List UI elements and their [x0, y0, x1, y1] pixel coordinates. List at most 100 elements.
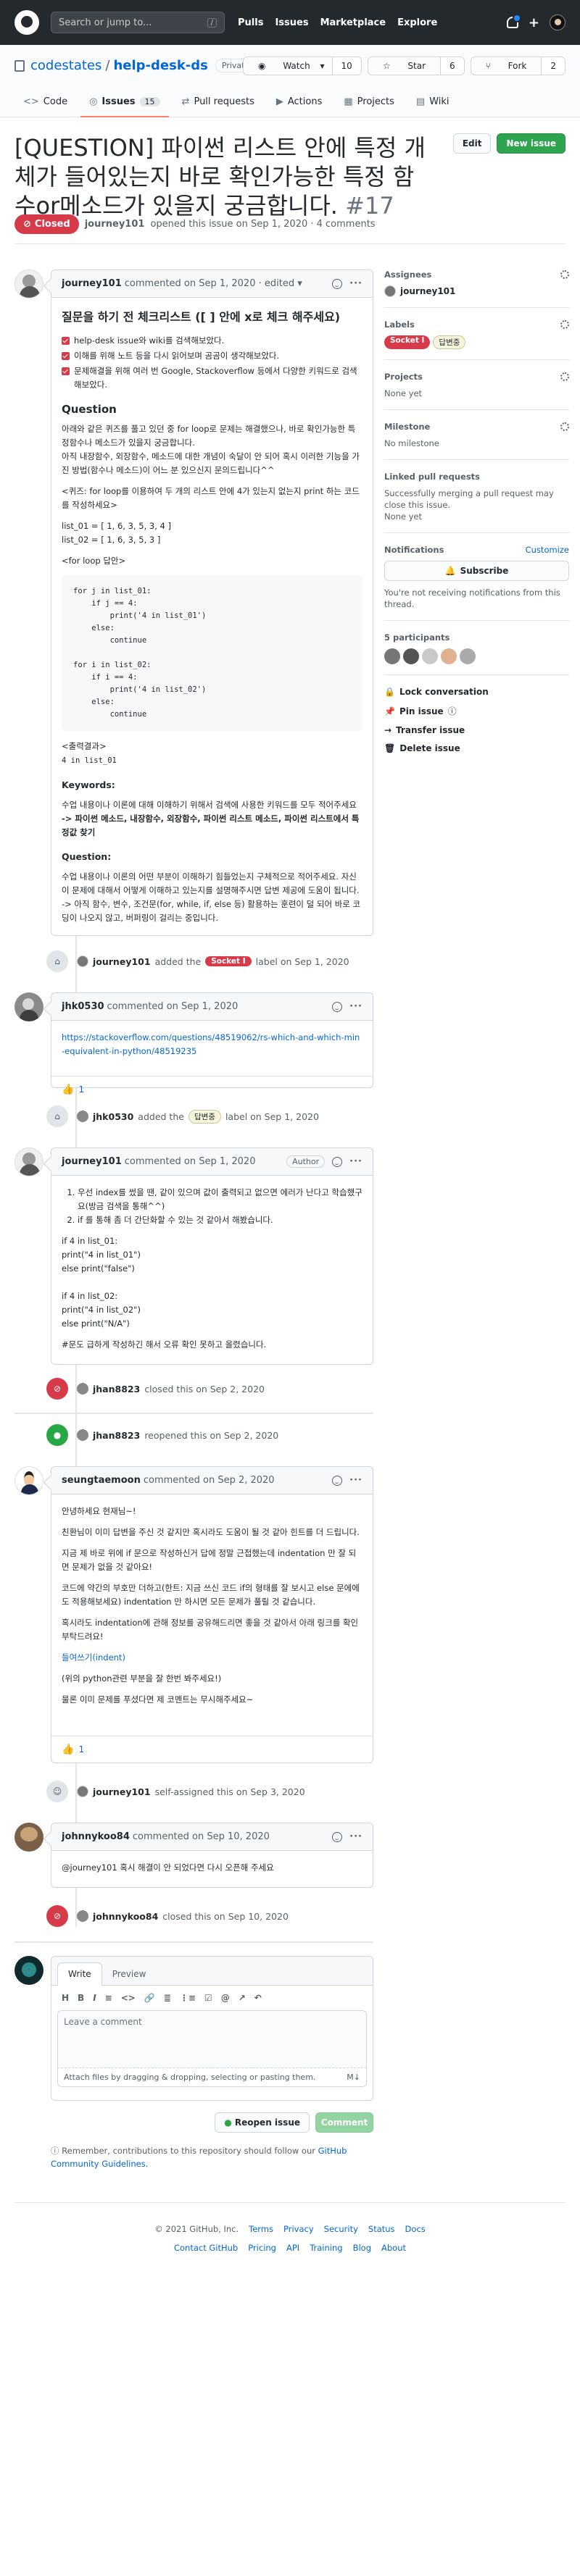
footer-link-api[interactable]: API — [286, 2243, 299, 2253]
cross-reference-icon[interactable]: ↗ — [239, 1993, 246, 2003]
comment-author[interactable]: journey101 — [62, 1156, 122, 1167]
footer-link-training[interactable]: Training — [310, 2243, 342, 2253]
more-options-icon[interactable]: ··· — [349, 1831, 362, 1842]
gear-icon[interactable] — [560, 422, 569, 431]
fork-button[interactable]: ⑂ Fork 2 — [470, 57, 566, 75]
avatar[interactable] — [422, 648, 438, 664]
footer-link-pricing[interactable]: Pricing — [248, 2243, 276, 2253]
create-new-plus-icon[interactable]: + — [529, 15, 539, 30]
footer-link-about[interactable]: About — [381, 2243, 406, 2253]
notifications-bell-icon[interactable] — [506, 14, 521, 28]
nav-pulls[interactable]: Pulls — [238, 17, 263, 28]
ordered-list-icon[interactable]: ⋮≡ — [180, 1993, 196, 2003]
gear-icon[interactable] — [560, 320, 569, 329]
bold-icon[interactable]: B — [78, 1993, 84, 2003]
repo-owner-link[interactable]: codestates — [30, 58, 102, 73]
comment-textarea[interactable]: Leave a comment — [57, 2010, 367, 2068]
watch-button[interactable]: ◉ Watch ▾ 10 — [243, 57, 362, 75]
avatar[interactable] — [441, 648, 457, 664]
tab-projects[interactable]: ▦ Projects — [335, 87, 403, 117]
comment-author[interactable]: jhk0530 — [62, 1001, 104, 1012]
label-badge[interactable]: 답변중 — [188, 1109, 221, 1124]
add-reaction-icon[interactable] — [332, 278, 343, 289]
attach-files-bar[interactable]: Attach files by dragging & dropping, sel… — [57, 2068, 367, 2087]
label-badge[interactable]: 답변중 — [433, 335, 466, 349]
nav-marketplace[interactable]: Marketplace — [320, 17, 386, 28]
reopen-issue-button[interactable]: ● Reopen issue — [215, 2112, 310, 2133]
lock-conversation-button[interactable]: 🔒 Lock conversation — [384, 687, 569, 697]
comment-meta[interactable]: commented on Sep 10, 2020 — [133, 1831, 270, 1842]
more-options-icon[interactable]: ··· — [349, 1156, 362, 1167]
mention-icon[interactable]: @ — [221, 1993, 230, 2003]
star-count[interactable]: 6 — [440, 57, 464, 75]
avatar[interactable] — [14, 1147, 44, 1176]
avatar[interactable] — [384, 648, 400, 664]
avatar[interactable] — [14, 1466, 44, 1495]
stackoverflow-link[interactable]: https://stackoverflow.com/questions/4851… — [62, 1032, 360, 1056]
event-actor[interactable]: journey101 — [93, 956, 151, 967]
preview-tab[interactable]: Preview — [102, 1963, 157, 1985]
assignee-item[interactable]: journey101 — [384, 285, 569, 297]
task-list-icon[interactable]: ☑ — [204, 1993, 212, 2003]
label-badge[interactable]: Socket I — [205, 956, 252, 966]
add-reaction-icon[interactable] — [332, 1001, 343, 1012]
avatar[interactable] — [14, 992, 44, 1021]
italic-icon[interactable]: I — [93, 1993, 96, 2003]
comment-meta[interactable]: commented on Sep 1, 2020 — [125, 1156, 256, 1167]
footer-link-privacy[interactable]: Privacy — [283, 2224, 314, 2234]
more-options-icon[interactable]: ··· — [349, 1475, 362, 1486]
reaction-bar[interactable]: 👍 1 — [51, 1076, 373, 1103]
avatar[interactable] — [403, 648, 419, 664]
avatar[interactable] — [14, 1823, 44, 1852]
customize-link[interactable]: Customize — [526, 545, 569, 555]
search-input[interactable]: Search or jump to... / — [51, 12, 225, 33]
gear-icon[interactable] — [560, 372, 569, 381]
footer-link-docs[interactable]: Docs — [405, 2224, 426, 2234]
footer-link-status[interactable]: Status — [368, 2224, 395, 2234]
heading-icon[interactable]: H — [62, 1993, 69, 2003]
tab-code[interactable]: <> Code — [14, 87, 76, 117]
footer-link-contact[interactable]: Contact GitHub — [174, 2243, 238, 2253]
comment-author[interactable]: seungtaemoon — [62, 1475, 141, 1486]
new-issue-button[interactable]: New issue — [497, 133, 566, 154]
link-icon[interactable]: 🔗 — [144, 1993, 155, 2003]
github-logo-icon[interactable] — [14, 10, 39, 35]
comment-author[interactable]: johnnykoo84 — [62, 1831, 130, 1842]
avatar[interactable] — [77, 1429, 88, 1441]
nav-explore[interactable]: Explore — [397, 17, 437, 28]
add-reaction-icon[interactable] — [332, 1831, 343, 1842]
add-reaction-icon[interactable] — [332, 1475, 343, 1486]
avatar[interactable] — [77, 955, 88, 967]
indent-doc-link[interactable]: 들여쓰기(indent) — [62, 1652, 125, 1663]
saved-replies-icon[interactable]: ↶ — [254, 1993, 262, 2003]
delete-issue-button[interactable]: 🗑 Delete issue — [384, 743, 569, 753]
event-actor[interactable]: johnnykoo84 — [93, 1911, 158, 1922]
subscribe-button[interactable]: 🔔 Subscribe — [384, 561, 569, 581]
event-actor[interactable]: journey101 — [93, 1786, 151, 1797]
issue-opener[interactable]: journey101 — [85, 219, 145, 230]
fork-count[interactable]: 2 — [541, 57, 565, 75]
label-badge[interactable]: Socket I — [384, 335, 431, 349]
repo-name-link[interactable]: help-desk-ds — [113, 58, 207, 73]
event-actor[interactable]: jhk0530 — [93, 1111, 133, 1122]
user-avatar[interactable] — [550, 14, 566, 30]
pin-issue-button[interactable]: 📌 Pin issue ⓘ — [384, 705, 569, 717]
nav-issues[interactable]: Issues — [275, 17, 308, 28]
footer-link-security[interactable]: Security — [324, 2224, 358, 2234]
more-options-icon[interactable]: ··· — [349, 278, 362, 289]
event-actor[interactable]: jhan8823 — [93, 1384, 140, 1394]
gear-icon[interactable] — [560, 270, 569, 279]
tab-pull-requests[interactable]: ⇄ Pull requests — [173, 87, 263, 117]
footer-link-terms[interactable]: Terms — [249, 2224, 273, 2234]
add-reaction-icon[interactable] — [332, 1156, 343, 1167]
avatar[interactable] — [14, 269, 44, 298]
write-tab[interactable]: Write — [57, 1962, 102, 1986]
comment-meta[interactable]: commented on Sep 2, 2020 — [144, 1475, 275, 1486]
tab-wiki[interactable]: ▤ Wiki — [407, 87, 458, 117]
more-options-icon[interactable]: ··· — [349, 1001, 362, 1012]
footer-link-blog[interactable]: Blog — [353, 2243, 371, 2253]
tab-actions[interactable]: ▶ Actions — [268, 87, 331, 117]
event-actor[interactable]: jhan8823 — [93, 1430, 140, 1441]
avatar[interactable] — [77, 1111, 88, 1122]
reaction-bar[interactable]: 👍 1 — [51, 1736, 373, 1762]
